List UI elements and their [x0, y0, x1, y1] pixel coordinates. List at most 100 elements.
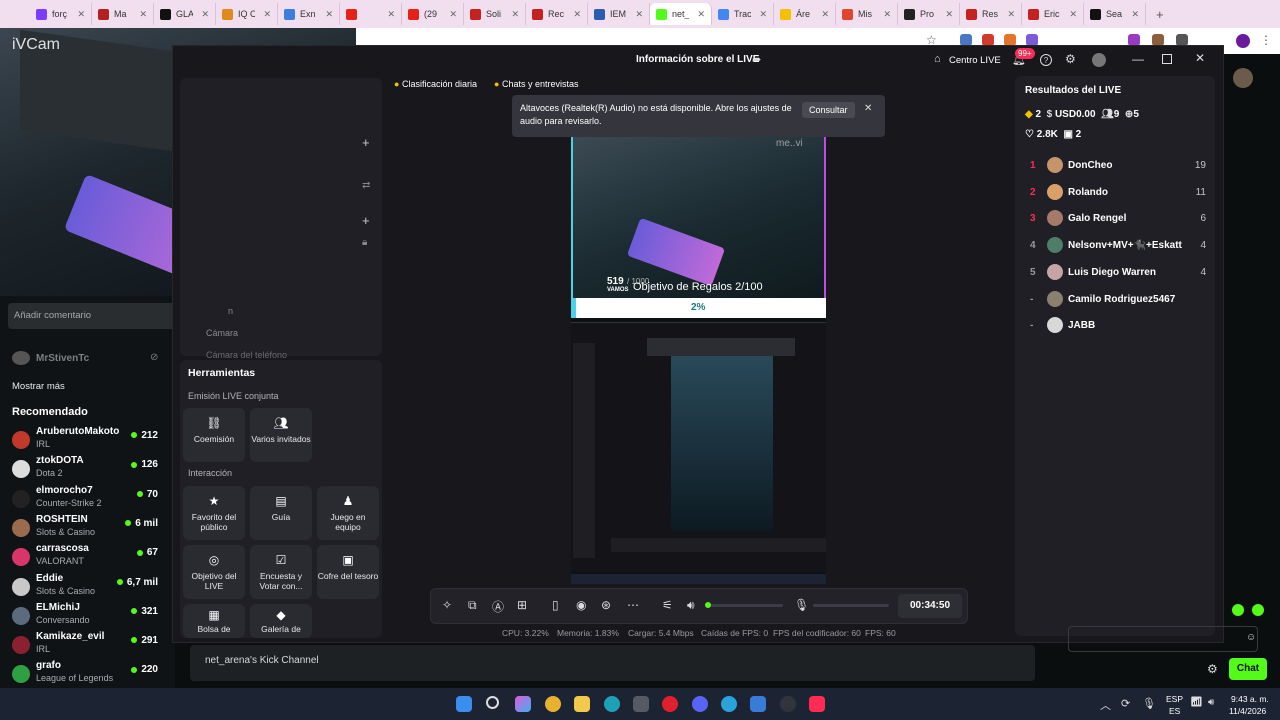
emote-icon[interactable]: [1252, 604, 1264, 616]
browser-tab[interactable]: Áre ✕: [774, 3, 836, 25]
recommended-channel[interactable]: ROSHTEIN Slots & Casino 6 mil: [12, 514, 162, 543]
browser-tab[interactable]: forç ✕: [30, 3, 92, 25]
emote-icon[interactable]: [1232, 604, 1244, 616]
centro-live-button[interactable]: Centro LIVE: [949, 55, 1001, 66]
recommended-channel[interactable]: ztokDOTA Dota 2 126: [12, 455, 162, 484]
tab-close-icon[interactable]: ✕: [263, 9, 271, 20]
browser-tab[interactable]: GLA ✕: [154, 3, 216, 25]
maximize-icon[interactable]: [1162, 54, 1172, 64]
tab-close-icon[interactable]: ✕: [821, 9, 829, 20]
browser-tab[interactable]: ✕: [340, 3, 402, 25]
speaker-volume-slider[interactable]: [705, 602, 783, 608]
tab-close-icon[interactable]: ✕: [945, 9, 953, 20]
profile-avatar[interactable]: [1236, 34, 1250, 48]
speaker-icon[interactable]: 🔊︎: [687, 598, 695, 613]
tray-volume-icon[interactable]: 🔊︎: [1208, 697, 1214, 708]
browser-tab[interactable]: Soli ✕: [464, 3, 526, 25]
tab-close-icon[interactable]: ✕: [201, 9, 209, 20]
chat-input-box[interactable]: [1068, 626, 1258, 652]
tool-bag[interactable]: ▦ Bolsa de: [183, 604, 245, 638]
recommended-channel[interactable]: Kamikaze_evil IRL 291: [12, 631, 162, 660]
followed-user-name[interactable]: MrStivenTc: [36, 353, 89, 364]
show-more-link[interactable]: Mostrar más: [12, 381, 65, 392]
discord-icon[interactable]: [692, 696, 708, 712]
settings-gear-icon[interactable]: ⚙: [1065, 52, 1076, 66]
file-explorer-icon[interactable]: [574, 696, 590, 712]
source-item[interactable]: Cámara: [206, 328, 238, 338]
tool-favorito[interactable]: ★ Favorito del público: [183, 486, 245, 540]
taskbar-date[interactable]: 11/4/2026: [1229, 706, 1266, 716]
browser-tab[interactable]: Res ✕: [960, 3, 1022, 25]
lock-icon[interactable]: 🔒︎: [362, 237, 367, 248]
comment-input[interactable]: Añadir comentario: [14, 310, 91, 321]
followed-user-avatar[interactable]: [12, 351, 30, 365]
tab-close-icon[interactable]: ✕: [325, 9, 333, 20]
tiktok-live-studio-icon[interactable]: [809, 696, 825, 712]
windows-start-icon[interactable]: [456, 696, 472, 712]
studio-avatar[interactable]: [1092, 53, 1106, 67]
toast-close-icon[interactable]: ✕: [864, 103, 872, 114]
tab-close-icon[interactable]: ✕: [883, 9, 891, 20]
tab-close-icon[interactable]: ✕: [139, 9, 147, 20]
browser-tab[interactable]: Trac ✕: [712, 3, 774, 25]
browser-tab[interactable]: Sea ✕: [1084, 3, 1146, 25]
source-item[interactable]: n: [228, 306, 233, 316]
speaker-volume-knob[interactable]: [705, 602, 711, 608]
add-scene-icon[interactable]: +: [362, 135, 370, 150]
browser-tab[interactable]: IQ C ✕: [216, 3, 278, 25]
tray-chevron-icon[interactable]: ︿: [1100, 697, 1111, 713]
help-icon[interactable]: ?: [1040, 54, 1052, 66]
tab-close-icon[interactable]: ✕: [697, 9, 705, 20]
channel-input-bar[interactable]: net_arena's Kick Channel: [190, 645, 1035, 681]
new-tab-icon[interactable]: +: [1156, 7, 1164, 22]
tab-close-icon[interactable]: ✕: [635, 9, 643, 20]
ai-icon[interactable]: Ⓐ: [492, 598, 504, 615]
leaderboard-row[interactable]: 2 Rolando 11: [1030, 183, 1210, 204]
steam-icon[interactable]: [780, 696, 796, 712]
record-icon[interactable]: ◉: [576, 598, 586, 612]
browser-tab[interactable]: Eric ✕: [1022, 3, 1084, 25]
tab-close-icon[interactable]: ✕: [1069, 9, 1077, 20]
browser-tab[interactable]: Rec ✕: [526, 3, 588, 25]
chrome-icon[interactable]: [545, 696, 561, 712]
browser-tab[interactable]: Exn ✕: [278, 3, 340, 25]
minimize-icon[interactable]: —: [1132, 52, 1144, 66]
tool-gallery[interactable]: ◆ Galería de: [250, 604, 312, 638]
tool-team-game[interactable]: ♟ Juego en equipo: [317, 486, 379, 540]
leaderboard-row[interactable]: 1 DonCheo 19: [1030, 157, 1210, 177]
mic-volume-slider[interactable]: [813, 604, 889, 607]
phone-icon[interactable]: ▯: [552, 598, 559, 612]
store-icon[interactable]: [633, 696, 649, 712]
browser-tab[interactable]: (29 ✕: [402, 3, 464, 25]
taskbar-time[interactable]: 9:43 a. m.: [1231, 694, 1269, 704]
edge-icon[interactable]: [604, 696, 620, 712]
tool-poll[interactable]: ☑ Encuesta y Votar con...: [250, 545, 312, 599]
tool-treasure[interactable]: ▣ Cofre del tesoro: [317, 545, 379, 599]
tab-close-icon[interactable]: ✕: [573, 9, 581, 20]
pill-daily-ranking[interactable]: ● Clasificación diaria: [390, 77, 481, 93]
tab-close-icon[interactable]: ✕: [77, 9, 85, 20]
tab-close-icon[interactable]: ✕: [759, 9, 767, 20]
leaderboard-row[interactable]: 4 Nelsonᴠ+MV+🐈‍⬛+Eskatt 4: [1030, 237, 1210, 257]
recommended-channel[interactable]: AruberutoMakoto IRL 212: [12, 426, 162, 455]
more-icon[interactable]: ⋯: [627, 598, 639, 612]
stream-icon[interactable]: ⊛: [601, 598, 611, 612]
recommended-channel[interactable]: Eddie Slots & Casino 6,7 mil: [12, 573, 162, 602]
effects-icon[interactable]: ✧: [442, 598, 452, 612]
browser-tab[interactable]: IEM ✕: [588, 3, 650, 25]
recommended-channel[interactable]: carrascosa VALORANT 67: [12, 543, 162, 572]
tray-mic-icon[interactable]: 🎙︎: [1142, 697, 1156, 710]
add-source-icon[interactable]: +: [362, 213, 370, 228]
tab-close-icon[interactable]: ✕: [1131, 9, 1139, 20]
layout-icon[interactable]: ⊞: [517, 598, 527, 612]
menu-icon[interactable]: ⋮: [1260, 33, 1272, 47]
recommended-channel[interactable]: elmorocho7 Counter-Strike 2 70: [12, 485, 162, 514]
copilot-icon[interactable]: [515, 696, 531, 712]
chat-send-button[interactable]: Chat: [1229, 658, 1267, 680]
leaderboard-row[interactable]: - JABB: [1030, 317, 1210, 337]
tab-close-icon[interactable]: ✕: [449, 9, 457, 20]
home-icon[interactable]: ⌂: [934, 53, 941, 65]
telegram-icon[interactable]: [721, 696, 737, 712]
browser-tab[interactable]: Mis ✕: [836, 3, 898, 25]
tool-guia[interactable]: ▤ Guía: [250, 486, 312, 540]
